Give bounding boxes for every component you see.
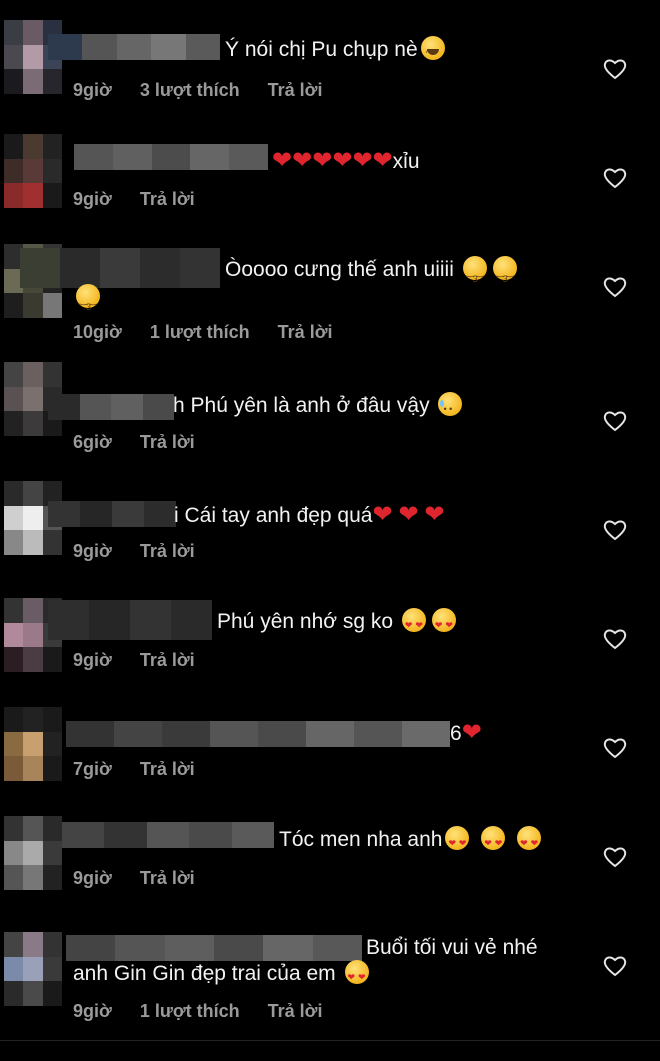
heart-emoji: ❤ <box>312 147 333 174</box>
comment-meta: 7giờ Trả lời <box>73 759 195 780</box>
comment-text: Tóc men nha anh <box>279 826 544 857</box>
reply-button[interactable]: Trả lời <box>140 650 195 671</box>
reply-button[interactable]: Trả lời <box>268 80 323 101</box>
heart-emoji: ❤ <box>372 501 393 528</box>
comment-item: Buổi tối vui vẻ nhé anh Gin Gin đẹp trai… <box>0 897 660 1037</box>
comment-text: Òoooo cưng thế anh uiiii <box>225 256 520 293</box>
heart-emoji: ❤ <box>332 147 353 174</box>
heart-emoji: ❤ <box>461 719 482 746</box>
reply-button[interactable]: Trả lời <box>140 868 195 889</box>
heart-emoji: ❤ <box>424 501 445 528</box>
comment-item: 6❤ 7giờ Trả lời <box>0 679 660 788</box>
heart-eyes-emoji <box>481 826 506 857</box>
comment-meta: 10giờ 1 lượt thích Trả lời <box>73 322 333 343</box>
like-heart-icon[interactable] <box>603 519 627 541</box>
comment-text: i Cái tay anh đẹp quá❤ ❤ ❤ <box>174 501 445 528</box>
comment-item: Tóc men nha anh 9giờ Trả lời <box>0 788 660 897</box>
like-heart-icon[interactable] <box>603 167 627 189</box>
heart-emoji: ❤ <box>398 501 419 528</box>
like-heart-icon[interactable] <box>603 955 627 977</box>
username-blurred[interactable] <box>48 34 220 60</box>
reply-button[interactable]: Trả lời <box>140 189 195 210</box>
comment-meta: 9giờ Trả lời <box>73 868 195 889</box>
timestamp: 9giờ <box>73 1001 112 1021</box>
likes-count[interactable]: 3 lượt thích <box>140 80 240 101</box>
avatar[interactable] <box>4 707 62 781</box>
comment-text: h Phú yên là anh ở đâu vậy <box>173 392 465 423</box>
timestamp: 7giờ <box>73 759 112 779</box>
reply-button[interactable]: Trả lời <box>268 1001 323 1022</box>
tear-emoji <box>438 392 463 423</box>
reply-button[interactable]: Trả lời <box>140 759 195 780</box>
heart-eyes-emoji <box>401 608 426 639</box>
comment-text-line2 <box>73 284 103 321</box>
username-blurred[interactable] <box>48 394 174 420</box>
comment-text-line2: anh Gin Gin đẹp trai của em <box>73 960 372 991</box>
timestamp: 9giờ <box>73 650 112 670</box>
like-heart-icon[interactable] <box>603 737 627 759</box>
reply-button[interactable]: Trả lời <box>278 322 333 343</box>
timestamp: 9giờ <box>73 868 112 888</box>
comment-item: Òoooo cưng thế anh uiiii 10giờ 1 lượt th… <box>0 218 660 342</box>
bottom-divider <box>0 1040 660 1041</box>
heart-eyes-emoji <box>517 826 542 857</box>
heart-emoji: ❤ <box>372 147 393 174</box>
timestamp: 9giờ <box>73 80 112 100</box>
username-blurred[interactable] <box>48 501 176 527</box>
heart-eyes-emoji <box>431 608 456 639</box>
kiss-emoji <box>76 284 100 321</box>
username-blurred[interactable] <box>66 721 450 747</box>
comment-text: Buổi tối vui vẻ nhé <box>366 936 538 959</box>
laugh-emoji <box>420 36 445 67</box>
comment-text: Phú yên nhớ sg ko <box>217 608 459 639</box>
comment-text: Ý nói chị Pu chụp nè <box>225 36 448 67</box>
comment-meta: 9giờ 1 lượt thích Trả lời <box>73 1001 322 1022</box>
heart-emoji: ❤ <box>352 147 373 174</box>
timestamp: 9giờ <box>73 541 112 561</box>
heart-emoji: ❤ <box>272 147 293 174</box>
comment-item: Ý nói chị Pu chụp nè 9giờ 3 lượt thích T… <box>0 0 660 109</box>
reply-button[interactable]: Trả lời <box>140 541 195 562</box>
avatar[interactable] <box>4 932 62 1006</box>
timestamp: 10giờ <box>73 322 122 342</box>
comment-meta: 6giờ Trả lời <box>73 432 195 453</box>
avatar[interactable] <box>4 134 62 208</box>
like-heart-icon[interactable] <box>603 628 627 650</box>
comment-item: ❤❤❤❤❤❤xỉu 9giờ Trả lời <box>0 109 660 218</box>
comment-meta: 9giờ Trả lời <box>73 650 195 671</box>
comment-meta: 9giờ 3 lượt thích Trả lời <box>73 80 322 101</box>
comment-text: ❤❤❤❤❤❤xỉu <box>272 147 420 174</box>
heart-eyes-emoji <box>445 826 470 857</box>
heart-eyes-emoji <box>344 960 369 991</box>
kiss-emoji <box>492 256 517 293</box>
avatar[interactable] <box>4 816 62 890</box>
kiss-emoji <box>462 256 487 293</box>
username-blurred[interactable] <box>48 600 212 640</box>
like-heart-icon[interactable] <box>603 276 627 298</box>
likes-count[interactable]: 1 lượt thích <box>150 322 250 343</box>
like-heart-icon[interactable] <box>603 410 627 432</box>
comment-text: 6❤ <box>450 719 482 746</box>
like-heart-icon[interactable] <box>603 846 627 868</box>
username-blurred[interactable] <box>74 144 268 170</box>
timestamp: 6giờ <box>73 432 112 452</box>
username-blurred[interactable] <box>20 248 220 288</box>
like-heart-icon[interactable] <box>603 58 627 80</box>
heart-emoji: ❤ <box>292 147 313 174</box>
comment-item: h Phú yên là anh ở đâu vậy 6giờ Trả lời <box>0 352 660 461</box>
timestamp: 9giờ <box>73 189 112 209</box>
comment-item: Phú yên nhớ sg ko 9giờ Trả lời <box>0 570 660 679</box>
comment-item: i Cái tay anh đẹp quá❤ ❤ ❤ 9giờ Trả lời <box>0 461 660 570</box>
reply-button[interactable]: Trả lời <box>140 432 195 453</box>
comment-meta: 9giờ Trả lời <box>73 541 195 562</box>
likes-count[interactable]: 1 lượt thích <box>140 1001 240 1022</box>
username-blurred[interactable] <box>66 935 362 961</box>
comment-meta: 9giờ Trả lời <box>73 189 195 210</box>
username-blurred[interactable] <box>62 822 274 848</box>
